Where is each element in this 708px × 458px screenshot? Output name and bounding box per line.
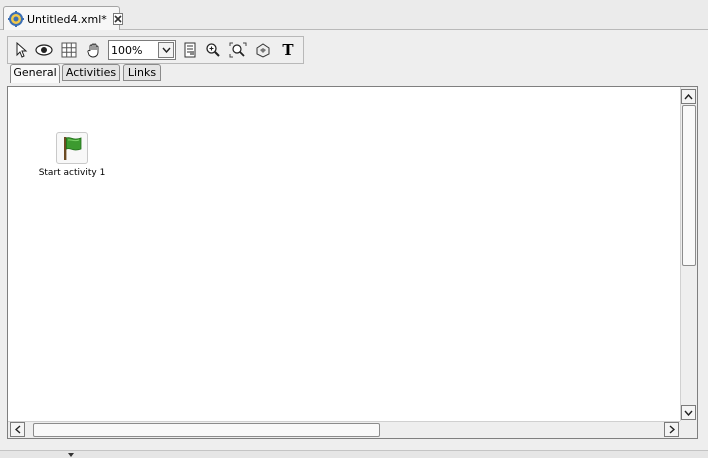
close-icon: [114, 15, 122, 23]
start-activity-node[interactable]: Start activity 1: [32, 132, 112, 178]
diagram-canvas[interactable]: Start activity 1: [8, 87, 681, 422]
toolbar: T: [7, 36, 304, 64]
text-tool-button[interactable]: T: [278, 41, 298, 59]
grid-tool-button[interactable]: [59, 41, 79, 59]
tab-links[interactable]: Links: [123, 64, 161, 81]
close-tab-button[interactable]: [112, 13, 123, 25]
scroll-up-button[interactable]: [681, 89, 696, 104]
zoom-dropdown-button[interactable]: [158, 42, 174, 58]
select-tool-button[interactable]: [11, 41, 31, 59]
zoom-fit-button[interactable]: [228, 41, 248, 59]
editor-panel: T General Activities Links Start activit…: [0, 30, 708, 450]
document-tab-bar: Untitled4.xml*: [0, 0, 708, 31]
node-icon-frame[interactable]: [56, 132, 88, 164]
chevron-up-icon: [684, 93, 693, 99]
scroll-down-button[interactable]: [681, 405, 696, 420]
horizontal-scroll-thumb[interactable]: [33, 423, 380, 437]
zoom-input[interactable]: [109, 41, 157, 59]
diagram-canvas-frame: Start activity 1: [7, 86, 698, 439]
scroll-left-button[interactable]: [10, 422, 25, 437]
app-gear-icon: [8, 11, 24, 27]
chevron-down-icon: [161, 47, 171, 53]
node-label: Start activity 1: [38, 168, 106, 178]
zoom-fit-icon: [229, 42, 247, 58]
tab-general[interactable]: General: [10, 64, 60, 83]
pan-tool-button[interactable]: [84, 41, 104, 59]
zoom-in-icon: [206, 43, 220, 57]
document-tab[interactable]: Untitled4.xml*: [3, 6, 123, 31]
chevron-right-icon: [669, 425, 675, 434]
vertical-scroll-thumb[interactable]: [682, 105, 696, 266]
zoom-combobox[interactable]: [108, 40, 176, 60]
chevron-left-icon: [14, 425, 20, 434]
zoom-in-button[interactable]: [203, 41, 223, 59]
preview-tool-button[interactable]: [34, 41, 54, 59]
horizontal-scrollbar[interactable]: [8, 421, 681, 438]
grid-icon: [61, 42, 77, 58]
green-flag-icon: [64, 137, 82, 160]
eye-icon: [35, 44, 53, 56]
select-arrow-icon: [16, 42, 28, 58]
hand-pan-icon: [87, 43, 99, 58]
overview-icon: [256, 43, 270, 58]
scroll-right-button[interactable]: [664, 422, 679, 437]
bottom-panel-strip: [0, 450, 708, 458]
vertical-scrollbar[interactable]: [680, 87, 697, 422]
fit-page-icon: [184, 42, 196, 58]
fit-page-button[interactable]: [180, 41, 200, 59]
scrollbar-corner: [680, 421, 697, 438]
document-title: Untitled4.xml*: [27, 12, 107, 26]
overview-button[interactable]: [253, 41, 273, 59]
chevron-down-icon: [684, 410, 693, 416]
collapse-triangle-icon[interactable]: [68, 453, 74, 457]
tab-activities[interactable]: Activities: [62, 64, 120, 81]
